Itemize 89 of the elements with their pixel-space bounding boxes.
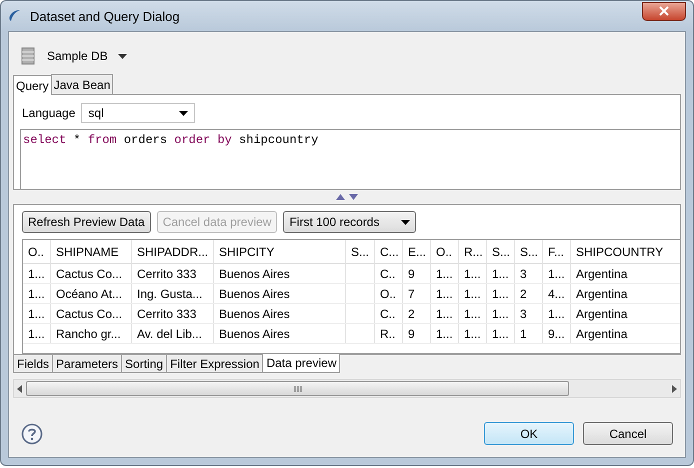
table-cell: 1... — [543, 264, 571, 283]
refresh-button[interactable]: Refresh Preview Data — [22, 211, 151, 233]
tab[interactable]: Filter Expression — [166, 355, 264, 373]
table-cell: 1... — [431, 324, 459, 343]
table-cell: Cerrito 333 — [132, 304, 214, 323]
table-cell: 4... — [543, 284, 571, 303]
table-cell: 1... — [459, 264, 487, 283]
window-title: Dataset and Query Dialog — [30, 8, 180, 24]
column-header[interactable]: O.. — [431, 240, 459, 263]
table-cell: 1... — [431, 304, 459, 323]
table-cell: 1... — [23, 284, 51, 303]
table-cell: 1... — [459, 284, 487, 303]
table-cell: Cactus Co... — [51, 304, 132, 323]
table-cell: 1... — [487, 324, 515, 343]
table-cell: 9 — [403, 324, 431, 343]
column-header[interactable]: S... — [515, 240, 543, 263]
table-cell: Ing. Gusta... — [132, 284, 214, 303]
dialog-button[interactable]: OK — [484, 422, 574, 445]
caret-icon — [179, 110, 188, 116]
language-label: Language — [22, 106, 76, 120]
table-cell: Buenos Aires — [214, 304, 346, 323]
table-cell: 1... — [23, 264, 51, 283]
table-cell: Argentina — [571, 284, 680, 303]
table-cell: 1... — [459, 324, 487, 343]
column-header[interactable]: SHIPCITY — [214, 240, 346, 263]
table-cell: 1... — [23, 324, 51, 343]
column-header[interactable]: S... — [487, 240, 515, 263]
table-cell: Buenos Aires — [214, 264, 346, 283]
column-header[interactable]: SHIPADDR... — [132, 240, 214, 263]
dialog-button[interactable]: Cancel — [583, 422, 673, 445]
column-header[interactable]: SHIPNAME — [51, 240, 132, 263]
tab[interactable]: Fields — [13, 355, 54, 373]
table-cell: 1... — [431, 284, 459, 303]
close-button[interactable] — [642, 2, 686, 20]
table-cell: 1... — [459, 304, 487, 323]
table-cell: 1... — [487, 304, 515, 323]
table-cell: Cerrito 333 — [132, 264, 214, 283]
table-cell: 1 — [515, 324, 543, 343]
table-cell: C.. — [375, 304, 403, 323]
table-cell: 1... — [431, 264, 459, 283]
table-cell: Argentina — [571, 324, 680, 343]
table-cell: Océano At... — [51, 284, 132, 303]
scroll-right-icon[interactable] — [672, 384, 677, 392]
table-cell: Buenos Aires — [214, 284, 346, 303]
table-cell: Argentina — [571, 264, 680, 283]
scroll-left-icon[interactable] — [17, 384, 22, 392]
data-source-dropdown[interactable]: Sample DB — [45, 49, 129, 63]
column-header[interactable]: SHIPCOUNTRY — [571, 240, 680, 263]
column-header[interactable]: C... — [375, 240, 403, 263]
table-cell: Rancho gr... — [51, 324, 132, 343]
column-header[interactable]: O.. — [23, 240, 51, 263]
table-cell: R.. — [375, 324, 403, 343]
caret-icon — [401, 220, 410, 224]
tab[interactable]: Parameters — [52, 355, 122, 373]
table-cell: Argentina — [571, 304, 680, 323]
tab[interactable]: Data preview — [262, 354, 340, 373]
tab[interactable]: Query — [13, 75, 52, 95]
table-cell: C.. — [375, 264, 403, 283]
column-header[interactable]: E... — [403, 240, 431, 263]
column-header[interactable]: F... — [543, 240, 571, 263]
database-icon — [21, 47, 35, 65]
table-cell: 2 — [515, 284, 543, 303]
table-cell: 9... — [543, 324, 571, 343]
record-limit-dropdown[interactable]: First 100 records — [283, 211, 416, 233]
grip-icon — [294, 386, 302, 392]
table-cell: Buenos Aires — [214, 324, 346, 343]
tab[interactable]: Sorting — [121, 355, 168, 373]
table-cell: O.. — [375, 284, 403, 303]
caret-icon — [118, 54, 127, 58]
query-editor[interactable]: select * from orders order by shipcountry — [20, 129, 680, 189]
tab[interactable]: Java Bean — [50, 74, 114, 94]
help-icon[interactable] — [21, 422, 43, 444]
table-cell: 2 — [403, 304, 431, 323]
table-cell: 1... — [543, 304, 571, 323]
language-dropdown[interactable]: sql — [81, 103, 196, 123]
table-cell: 1... — [487, 284, 515, 303]
table-cell: 3 — [515, 264, 543, 283]
table-cell: Cactus Co... — [51, 264, 132, 283]
table-cell: 3 — [515, 304, 543, 323]
table-cell: 1... — [23, 304, 51, 323]
column-header[interactable]: R... — [459, 240, 487, 263]
table-cell: 1... — [487, 264, 515, 283]
table-cell: Av. del Lib... — [132, 324, 214, 343]
table-cell: 7 — [403, 284, 431, 303]
sash-arrows-icon[interactable] — [336, 194, 358, 200]
table-cell: 9 — [403, 264, 431, 283]
horizontal-scrollbar[interactable] — [13, 379, 681, 398]
close-icon — [659, 6, 669, 16]
column-header[interactable]: S... — [346, 240, 375, 263]
